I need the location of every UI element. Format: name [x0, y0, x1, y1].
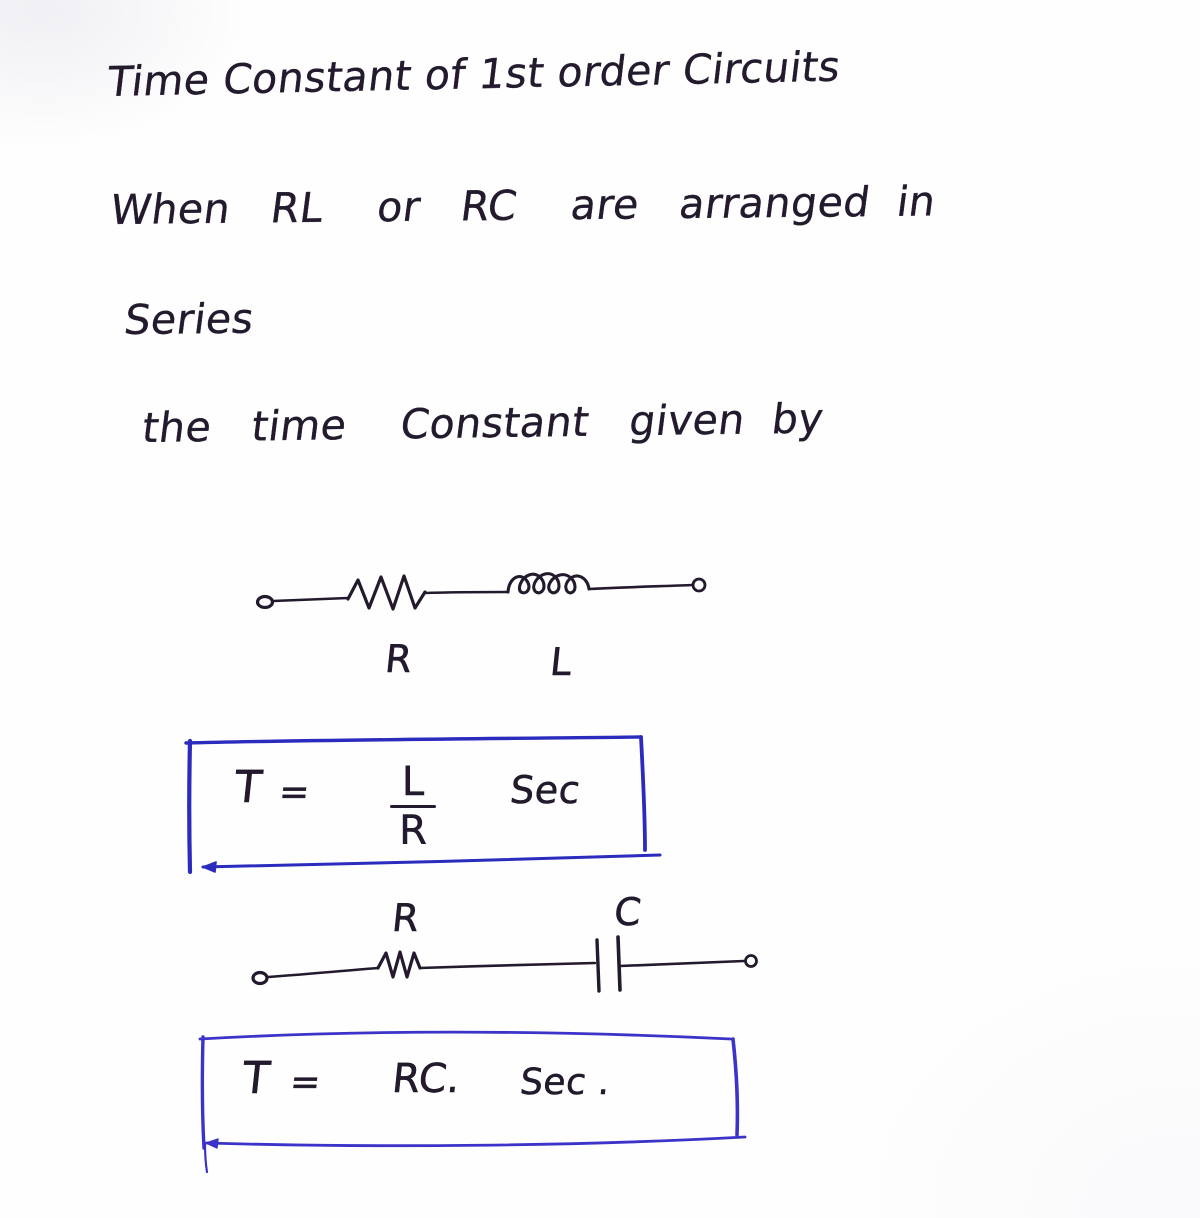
formula-2-box — [198, 1030, 747, 1174]
formula-2-expression: RC. — [390, 1056, 463, 1103]
formula-1-numerator: L — [401, 759, 425, 805]
rl-series-circuit — [255, 572, 707, 611]
capacitor-plate-left-icon — [595, 938, 601, 993]
formula-1-unit: Sec — [508, 768, 583, 813]
inductor-icon-rl — [506, 572, 591, 595]
box-edge-right — [731, 1037, 740, 1137]
rc-capacitor-label: C — [612, 890, 644, 935]
box-edge-bottom — [201, 853, 662, 869]
formula-2-unit: Sec . — [518, 1062, 613, 1104]
box-tail-stroke — [203, 1141, 209, 1174]
wire-segment — [418, 961, 597, 970]
terminal-icon-left-rc — [251, 970, 269, 986]
resistor-icon-rl — [346, 574, 427, 611]
terminal-icon-right-rl — [691, 577, 707, 593]
rl-inductor-label: L — [548, 640, 575, 685]
rl-resistor-label: R — [383, 637, 415, 682]
body-line-3: the time Constant given by — [139, 394, 827, 453]
box-edge-left — [187, 738, 193, 875]
wire-segment — [423, 590, 510, 595]
formula-1-symbol: T — [232, 762, 265, 814]
box-edge-left — [200, 1035, 206, 1150]
rc-series-circuit — [251, 935, 758, 993]
box-arrowhead-icon — [205, 1138, 219, 1149]
body-line-1: When RL or RC are arranged in — [107, 177, 939, 235]
formula-2-equals: = — [288, 1062, 323, 1104]
box-arrowhead-icon — [202, 861, 217, 873]
terminal-icon-left-rl — [255, 594, 275, 610]
terminal-icon-right-rc — [744, 954, 758, 968]
box-edge-top — [184, 735, 643, 745]
box-edge-right — [639, 735, 647, 852]
capacitor-plate-right-icon — [616, 935, 622, 992]
wire-segment — [271, 596, 350, 603]
resistor-icon-rc — [376, 950, 422, 979]
formula-2-symbol: T — [240, 1053, 273, 1105]
formula-1-equals: = — [277, 772, 312, 814]
formula-1-denominator: R — [399, 808, 427, 854]
formula-1-fraction: L R — [390, 762, 436, 851]
wire-segment — [587, 583, 694, 591]
page-title: Time Constant of 1st order Circuits — [104, 42, 844, 107]
rc-resistor-label: R — [390, 896, 422, 941]
wire-segment — [618, 959, 746, 968]
body-line-2: Series — [121, 294, 257, 345]
box-edge-bottom — [204, 1135, 747, 1148]
wire-segment — [266, 966, 380, 979]
box-edge-top — [198, 1030, 733, 1041]
notebook-page: Time Constant of 1st order Circuits When… — [0, 0, 1200, 1218]
